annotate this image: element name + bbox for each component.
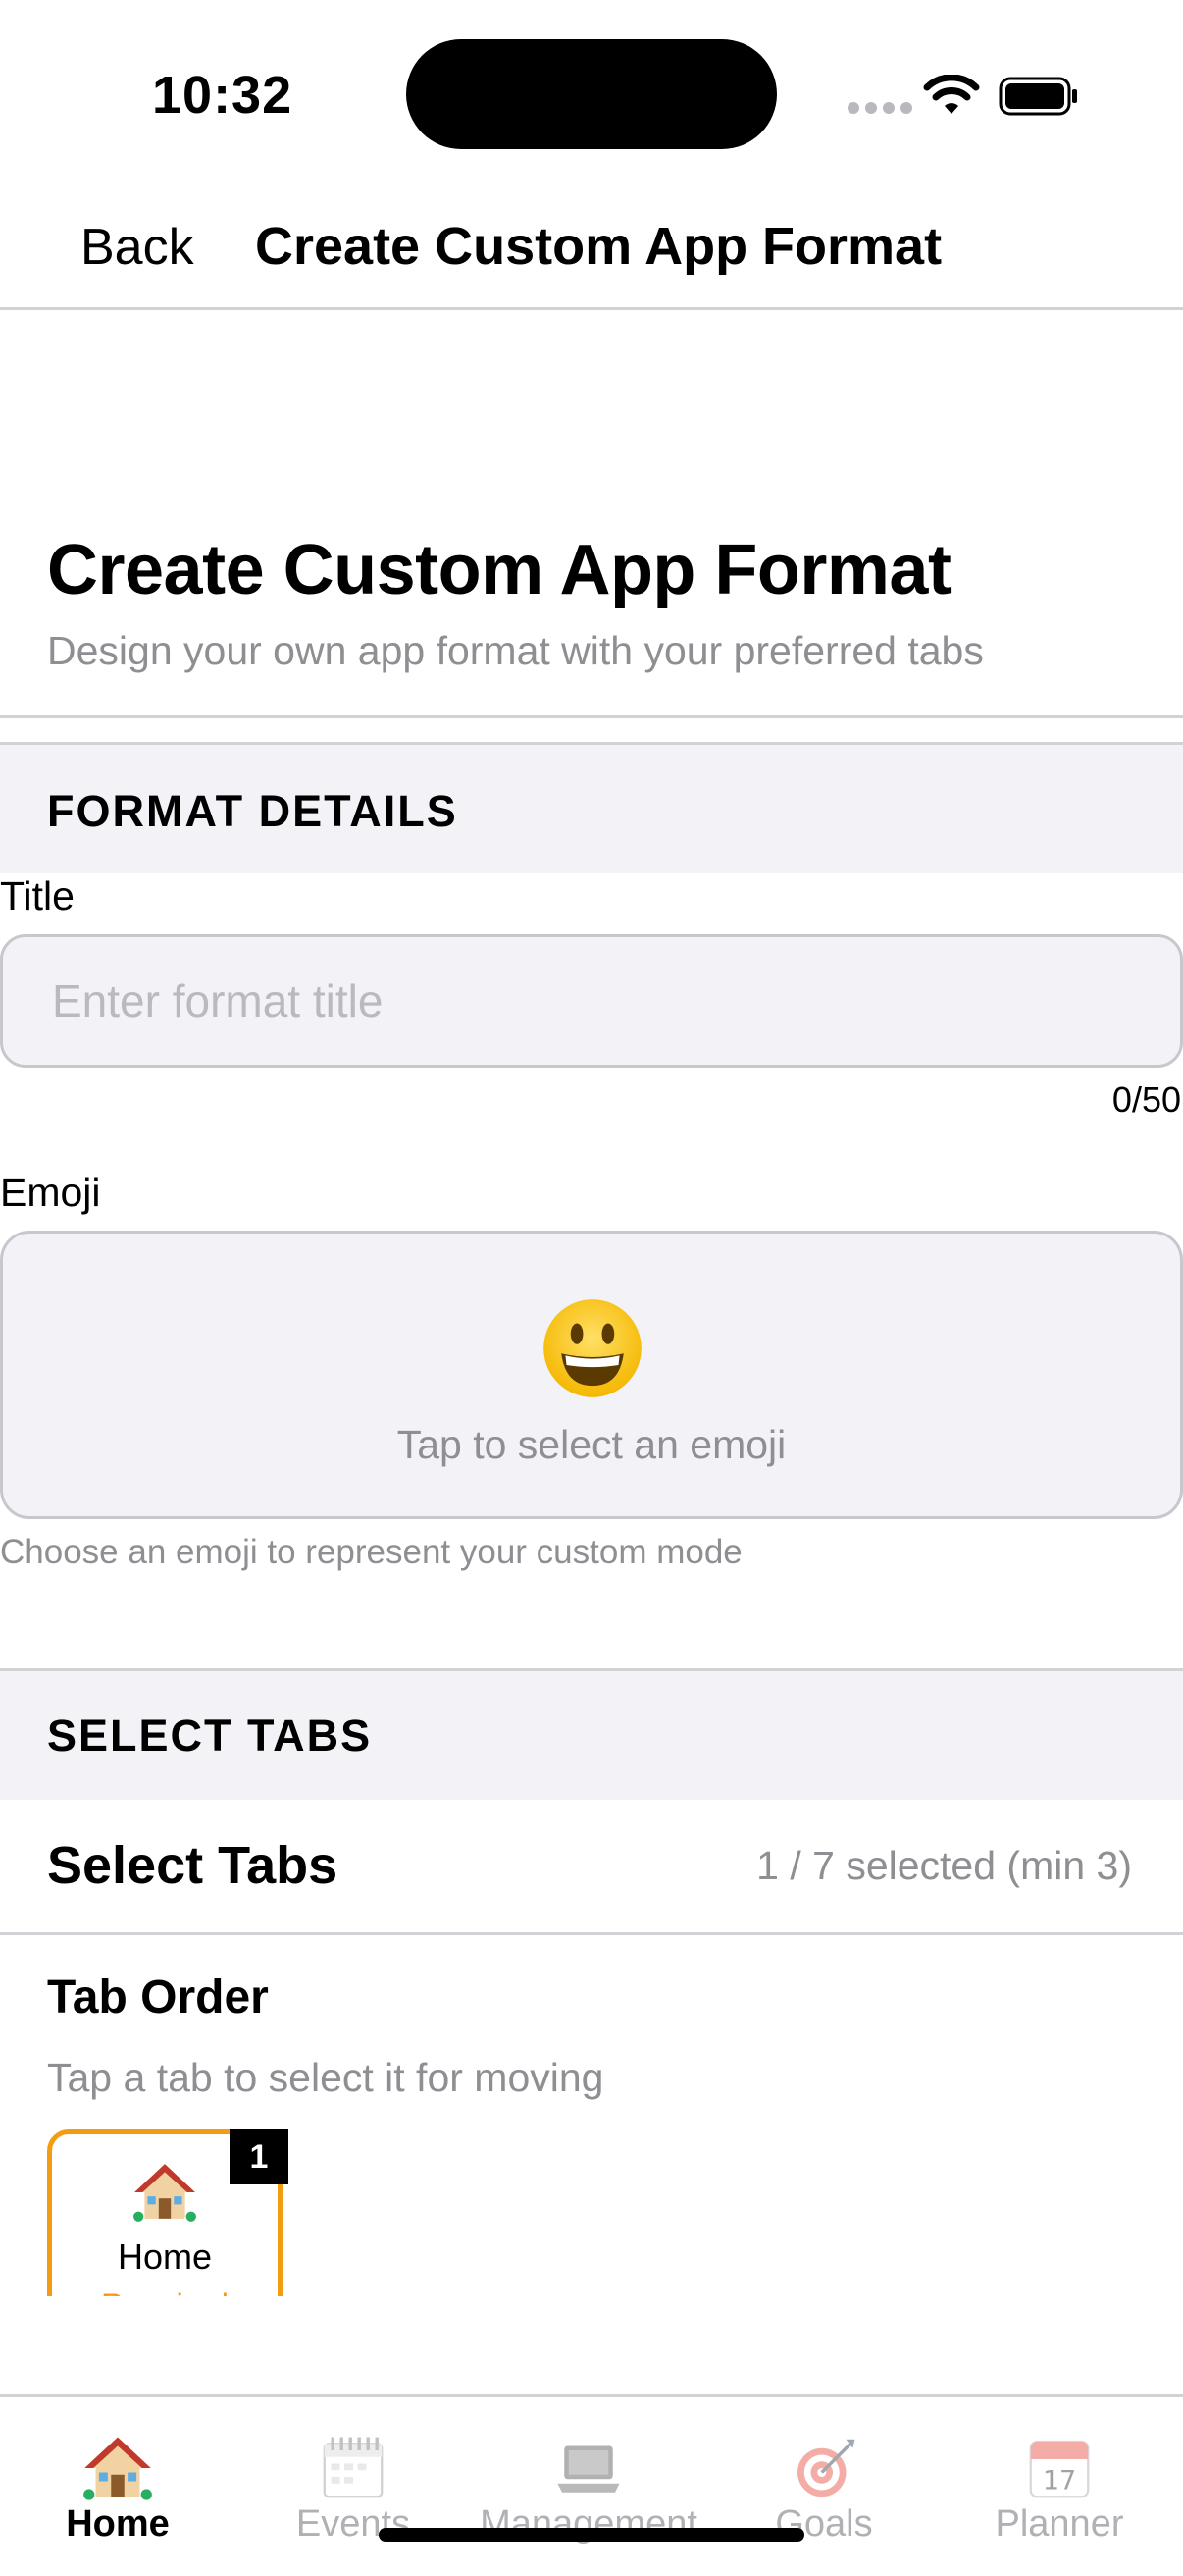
- emoji-help-text: Choose an emoji to represent your custom…: [0, 1533, 743, 1571]
- tab-order-item-sublabel: Required: [52, 2287, 278, 2296]
- title-input[interactable]: [0, 934, 1183, 1068]
- navigation-bar: Back Create Custom App Format: [0, 186, 1183, 310]
- tab-events[interactable]: Events: [235, 2397, 471, 2576]
- calendar-icon: [323, 2437, 384, 2498]
- bottom-tab-bar: Home Events Management Goals 17 Planner: [0, 2394, 1183, 2573]
- tab-order-item-label: Home: [117, 2236, 213, 2277]
- emoji-picker-button[interactable]: Tap to select an emoji: [0, 1231, 1183, 1519]
- tab-planner[interactable]: 17 Planner: [942, 2397, 1177, 2576]
- select-tabs-label: SELECT TABS: [47, 1710, 373, 1761]
- format-details-section-header: FORMAT DETAILS: [0, 742, 1183, 873]
- tab-order-hint: Tap a tab to select it for moving: [47, 2055, 604, 2100]
- select-tabs-row[interactable]: Select Tabs 1 / 7 selected (min 3): [0, 1798, 1183, 1935]
- cellular-dots-icon: [848, 102, 912, 114]
- house-icon: [83, 2437, 152, 2500]
- select-tabs-count: 1 / 7 selected (min 3): [756, 1843, 1132, 1888]
- page-subtitle: Design your own app format with your pre…: [47, 628, 984, 673]
- battery-icon: [999, 77, 1077, 116]
- status-time: 10:32: [152, 66, 293, 125]
- header-divider: [0, 715, 1183, 718]
- title-field-label: Title: [0, 873, 75, 919]
- emoji-hint: Tap to select an emoji: [396, 1422, 787, 1467]
- tab-order-list: Home Required 1: [0, 2120, 1183, 2296]
- wifi-icon: [923, 75, 980, 114]
- dynamic-island: [406, 39, 777, 149]
- laptop-icon: [557, 2445, 620, 2493]
- back-button[interactable]: Back: [80, 218, 194, 277]
- format-details-label: FORMAT DETAILS: [47, 786, 458, 836]
- house-icon: [133, 2164, 196, 2222]
- target-icon: [797, 2439, 855, 2497]
- page-title: Create Custom App Format: [47, 531, 952, 609]
- tab-order-title: Tab Order: [47, 1971, 269, 2024]
- select-tabs-section-header: SELECT TABS: [0, 1668, 1183, 1800]
- emoji-field-label: Emoji: [0, 1170, 101, 1215]
- svg-text:17: 17: [1043, 2465, 1076, 2496]
- tab-management[interactable]: Management: [471, 2397, 706, 2576]
- status-bar: 10:32: [0, 0, 1183, 177]
- title-char-count: 0/50: [1111, 1079, 1181, 1120]
- nav-title: Create Custom App Format: [255, 217, 943, 276]
- date-calendar-icon: 17: [1029, 2440, 1090, 2498]
- select-tabs-title: Select Tabs: [47, 1836, 338, 1895]
- tab-planner-label: Planner: [995, 2503, 1124, 2545]
- tab-order-badge: 1: [230, 2129, 288, 2184]
- tab-goals[interactable]: Goals: [706, 2397, 942, 2576]
- grinning-face-icon: [543, 1299, 642, 1397]
- tab-home[interactable]: Home: [0, 2397, 235, 2576]
- home-indicator: [379, 2528, 804, 2542]
